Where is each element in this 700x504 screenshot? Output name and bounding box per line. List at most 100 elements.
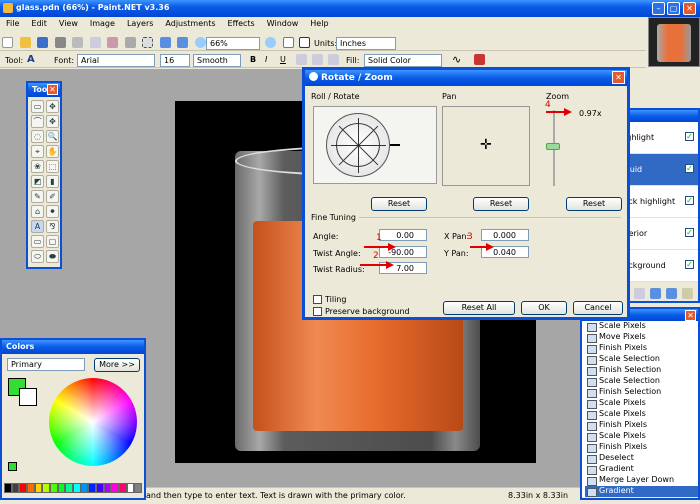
open-icon[interactable]: [19, 37, 31, 48]
font-combo[interactable]: Arial: [77, 54, 155, 67]
tool-button[interactable]: ⌖: [31, 145, 44, 158]
history-item[interactable]: Gradient: [585, 486, 698, 497]
pan-control[interactable]: ✛: [442, 106, 530, 186]
palette-swatch[interactable]: [103, 483, 112, 493]
image-thumbnail[interactable]: [648, 17, 700, 67]
history-item[interactable]: Finish Pixels: [585, 420, 698, 431]
menu-view[interactable]: View: [53, 17, 84, 30]
palette-swatch[interactable]: [42, 483, 51, 493]
palette-swatch[interactable]: [11, 483, 20, 493]
menu-edit[interactable]: Edit: [25, 17, 53, 30]
tool-button[interactable]: ▭: [31, 235, 44, 248]
undo-icon[interactable]: [159, 37, 171, 48]
tool-button[interactable]: 🔍: [46, 130, 59, 143]
history-item[interactable]: Finish Pixels: [585, 343, 698, 354]
dialog-close-button[interactable]: ✕: [612, 71, 625, 84]
blend-mode-icon[interactable]: [474, 54, 485, 65]
minimize-button[interactable]: –: [652, 2, 665, 15]
italic-button[interactable]: I: [265, 55, 267, 64]
menu-adjustments[interactable]: Adjustments: [159, 17, 221, 30]
tool-button[interactable]: ⌂: [31, 205, 44, 218]
palette-swatch[interactable]: [34, 483, 43, 493]
history-item[interactable]: Move Pixels: [585, 332, 698, 343]
tool-button[interactable]: ⚫: [46, 205, 59, 218]
tools-close-button[interactable]: ✕: [47, 84, 58, 95]
tool-value[interactable]: A: [27, 54, 35, 65]
new-icon[interactable]: [2, 37, 13, 48]
menu-effects[interactable]: Effects: [222, 17, 261, 30]
history-item[interactable]: Scale Pixels: [585, 409, 698, 420]
history-item[interactable]: Scale Pixels: [585, 321, 698, 332]
tool-button[interactable]: ✐: [46, 190, 59, 203]
angle-input[interactable]: 0.00: [379, 229, 427, 241]
layer-properties-icon[interactable]: [682, 288, 693, 299]
xpan-input[interactable]: 0.000: [481, 229, 529, 241]
menu-window[interactable]: Window: [261, 17, 305, 30]
reset-all-button[interactable]: Reset All: [443, 301, 515, 315]
tool-button[interactable]: ✎: [31, 190, 44, 203]
antialias-combo[interactable]: Smooth: [193, 54, 241, 67]
palette-swatch[interactable]: [134, 483, 143, 493]
history-item[interactable]: Scale Pixels: [585, 398, 698, 409]
ok-button[interactable]: OK: [521, 301, 567, 315]
cut-icon[interactable]: [72, 37, 84, 48]
history-close-button[interactable]: ✕: [685, 310, 696, 321]
history-item[interactable]: Merge Layer Down: [585, 475, 698, 486]
palette-swatch[interactable]: [96, 483, 104, 493]
history-item[interactable]: Scale Selection: [585, 376, 698, 387]
palette-swatch[interactable]: [27, 483, 35, 493]
layer-visibility-checkbox[interactable]: ✓: [685, 260, 694, 269]
history-item[interactable]: Finish Pixels: [585, 442, 698, 453]
tool-button[interactable]: ✥: [46, 100, 59, 113]
color-select[interactable]: Primary: [7, 358, 85, 371]
menu-image[interactable]: Image: [84, 17, 121, 30]
palette-swatch[interactable]: [57, 483, 66, 493]
underline-button[interactable]: U: [280, 55, 286, 64]
maximize-button[interactable]: ▢: [667, 2, 680, 15]
layer-visibility-checkbox[interactable]: ✓: [685, 132, 694, 141]
history-item[interactable]: Finish Selection: [585, 365, 698, 376]
print-icon[interactable]: [54, 37, 66, 48]
palette-swatch[interactable]: [65, 483, 74, 493]
size-combo[interactable]: 16: [160, 54, 190, 67]
history-item[interactable]: Finish Selection: [585, 387, 698, 398]
pan-crosshair-icon[interactable]: ✛: [480, 137, 492, 153]
save-icon[interactable]: [37, 37, 49, 48]
tool-button[interactable]: ⬚: [46, 160, 59, 173]
tool-button[interactable]: ⬭: [31, 250, 44, 263]
pan-reset-button[interactable]: Reset: [473, 197, 529, 211]
zoom-slider-thumb[interactable]: [546, 143, 560, 150]
tool-button[interactable]: ⅋: [46, 220, 59, 233]
palette-swatch[interactable]: [119, 483, 127, 493]
palette-swatch[interactable]: [126, 483, 135, 493]
layer-down-icon[interactable]: [666, 288, 677, 299]
tool-button[interactable]: ▭: [31, 100, 44, 113]
secondary-color-swatch[interactable]: [19, 388, 37, 406]
align-center-icon[interactable]: [312, 54, 323, 65]
bold-button[interactable]: B: [250, 55, 256, 64]
zoom-icon[interactable]: [195, 37, 207, 48]
rotate-dial[interactable]: [326, 113, 390, 177]
tool-button[interactable]: ▮: [46, 175, 59, 188]
deselect-icon[interactable]: [142, 37, 154, 48]
line-style-icon[interactable]: ∿: [452, 53, 461, 66]
layer-visibility-checkbox[interactable]: ✓: [685, 164, 694, 173]
history-item[interactable]: Scale Selection: [585, 354, 698, 365]
crop-icon[interactable]: [124, 37, 136, 48]
tool-button[interactable]: ▢: [46, 235, 59, 248]
palette-swatch[interactable]: [80, 483, 89, 493]
layer-up-icon[interactable]: [650, 288, 661, 299]
zoom-in-icon[interactable]: [265, 37, 276, 48]
zoom-combo[interactable]: 66%: [206, 37, 260, 50]
preserve-checkbox[interactable]: [313, 307, 322, 316]
tool-button[interactable]: A: [31, 220, 44, 233]
add-color-icon[interactable]: [8, 462, 17, 471]
align-right-icon[interactable]: [328, 54, 339, 65]
palette-swatch[interactable]: [111, 483, 120, 493]
layer-visibility-checkbox[interactable]: ✓: [685, 228, 694, 237]
layer-visibility-checkbox[interactable]: ✓: [685, 196, 694, 205]
menu-file[interactable]: File: [0, 17, 25, 30]
tool-button[interactable]: ❀: [31, 160, 44, 173]
paste-icon[interactable]: [107, 37, 119, 48]
units-combo[interactable]: Inches: [336, 37, 396, 50]
